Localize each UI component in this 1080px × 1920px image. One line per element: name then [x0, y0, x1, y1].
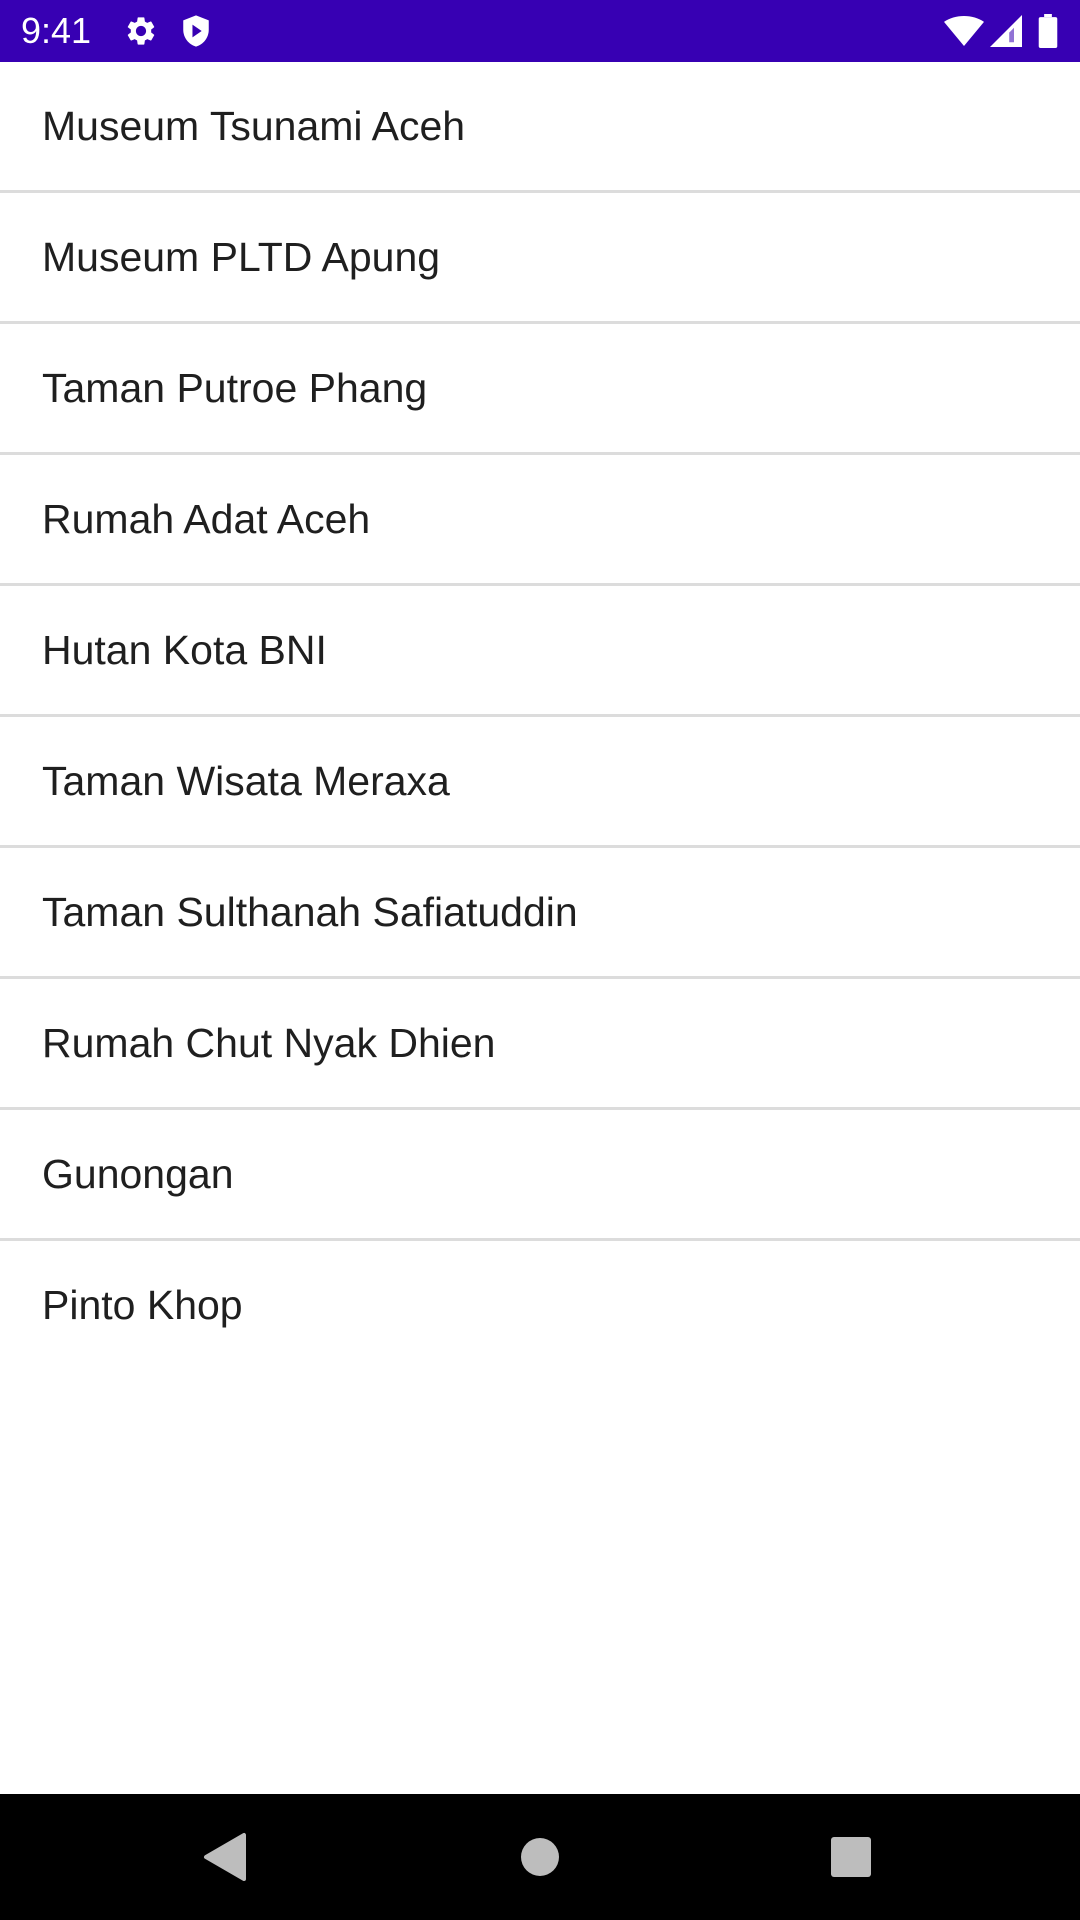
- signal-icon: [988, 0, 1024, 62]
- recents-button[interactable]: [788, 1794, 914, 1920]
- app-screen: 9:41 Museum Tsunami Aceh Museum PLTD Apu…: [0, 0, 1080, 1920]
- status-bar: 9:41: [0, 0, 1080, 62]
- navigation-bar: [0, 1794, 1080, 1920]
- list-item-label: Gunongan: [42, 1151, 234, 1197]
- list-item-label: Taman Sulthanah Safiatuddin: [42, 889, 578, 935]
- list-item[interactable]: Rumah Adat Aceh: [0, 455, 1080, 586]
- list-item[interactable]: Rumah Chut Nyak Dhien: [0, 979, 1080, 1110]
- recents-icon: [831, 1837, 871, 1877]
- places-list: Museum Tsunami Aceh Museum PLTD Apung Ta…: [0, 62, 1080, 1369]
- list-item[interactable]: Taman Wisata Meraxa: [0, 717, 1080, 848]
- wifi-icon: [942, 0, 986, 62]
- status-time: 9:41: [21, 10, 92, 51]
- list-item[interactable]: Taman Sulthanah Safiatuddin: [0, 848, 1080, 979]
- list-item-label: Taman Putroe Phang: [42, 365, 428, 411]
- battery-icon: [1034, 0, 1062, 62]
- home-button[interactable]: [477, 1794, 603, 1920]
- list-item-label: Taman Wisata Meraxa: [42, 758, 450, 804]
- list-item-label: Museum PLTD Apung: [42, 234, 441, 280]
- list-item[interactable]: Gunongan: [0, 1110, 1080, 1241]
- list-item-label: Museum Tsunami Aceh: [42, 103, 466, 149]
- back-icon: [204, 1833, 246, 1881]
- list-item-label: Rumah Chut Nyak Dhien: [42, 1020, 496, 1066]
- back-button[interactable]: [162, 1794, 288, 1920]
- home-icon: [521, 1838, 559, 1876]
- list-item[interactable]: Taman Putroe Phang: [0, 324, 1080, 455]
- list-item[interactable]: Hutan Kota BNI: [0, 586, 1080, 717]
- list-item[interactable]: Museum Tsunami Aceh: [0, 62, 1080, 193]
- list-item-label: Pinto Khop: [42, 1282, 243, 1328]
- list-item[interactable]: Museum PLTD Apung: [0, 193, 1080, 324]
- shield-icon: [178, 0, 214, 62]
- list-item-label: Hutan Kota BNI: [42, 627, 327, 673]
- list-item-label: Rumah Adat Aceh: [42, 496, 371, 542]
- gear-icon: [122, 0, 160, 62]
- list-item[interactable]: Pinto Khop: [0, 1241, 1080, 1369]
